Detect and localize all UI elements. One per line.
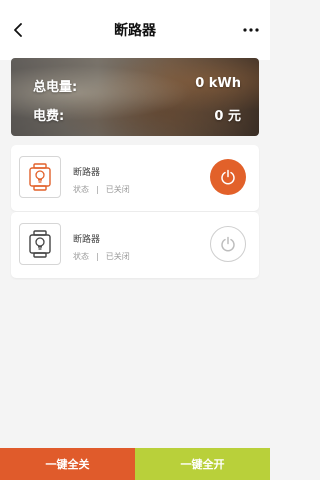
- electricity-fee-value: 0 元: [214, 109, 241, 124]
- status-label: 状态: [73, 252, 89, 261]
- all-off-button[interactable]: 一键全关: [0, 448, 135, 480]
- bottom-action-bar: 一键全关 一键全开: [0, 448, 270, 480]
- device-card[interactable]: 断路器 状态 | 已关闭: [11, 145, 259, 211]
- top-nav-bar: 断路器: [0, 0, 270, 60]
- page-title: 断路器: [114, 23, 156, 39]
- device-status: 状态 | 已关闭: [73, 184, 130, 195]
- breaker-device-icon: [19, 223, 61, 265]
- electricity-fee-label: 电费:: [33, 109, 65, 124]
- device-status: 状态 | 已关闭: [73, 251, 130, 262]
- power-toggle-button[interactable]: [210, 226, 246, 262]
- banner-background: [11, 58, 259, 136]
- status-separator: |: [96, 185, 99, 194]
- status-value: 已关闭: [105, 185, 130, 194]
- total-energy-label: 总电量:: [33, 80, 78, 95]
- device-name: 断路器: [73, 235, 101, 245]
- status-label: 状态: [73, 185, 89, 194]
- status-value: 已关闭: [105, 252, 130, 261]
- total-energy-value: 0 kWh: [195, 76, 241, 91]
- device-name: 断路器: [73, 168, 101, 178]
- status-separator: |: [96, 252, 99, 261]
- breaker-device-icon: [19, 156, 61, 198]
- energy-summary-banner: 总电量: 0 kWh 电费: 0 元: [11, 58, 259, 136]
- more-button[interactable]: [240, 20, 262, 40]
- power-icon: [221, 169, 235, 185]
- device-card[interactable]: 断路器 状态 | 已关闭: [11, 212, 259, 278]
- all-on-button[interactable]: 一键全开: [135, 448, 270, 480]
- more-horizontal-icon: [243, 28, 259, 32]
- power-icon: [221, 236, 235, 252]
- power-toggle-button[interactable]: [210, 159, 246, 195]
